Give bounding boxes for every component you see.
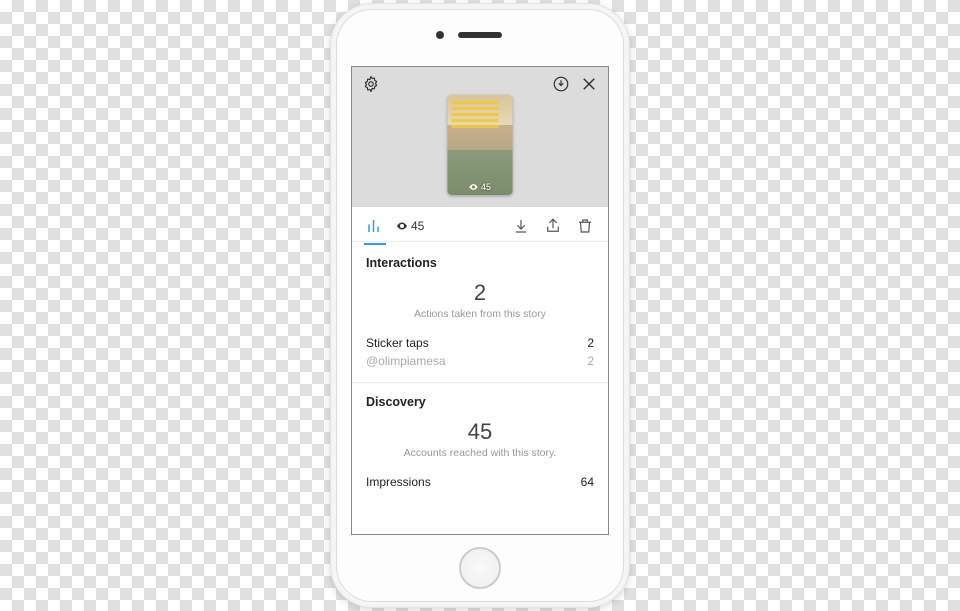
list-item: @olimpiamesa 2	[366, 352, 594, 370]
viewers-tab[interactable]: 45	[396, 219, 424, 233]
discovery-count: 45	[366, 419, 594, 445]
close-icon[interactable]	[580, 75, 598, 93]
discovery-section: Discovery 45 Accounts reached with this …	[366, 395, 594, 491]
divider	[352, 382, 608, 383]
list-item: Impressions 64	[366, 473, 594, 491]
section-title: Discovery	[366, 395, 594, 409]
list-item: Sticker taps 2	[366, 334, 594, 352]
app-screen: 45 45	[351, 66, 609, 535]
section-title: Interactions	[366, 256, 594, 270]
save-icon[interactable]	[552, 75, 570, 93]
home-button[interactable]	[459, 547, 501, 589]
phone-inner: 45 45	[336, 9, 624, 602]
thumbnail-pointer	[473, 207, 487, 214]
phone-speaker	[458, 32, 502, 38]
story-thumbnail[interactable]: 45	[448, 95, 513, 195]
interactions-count: 2	[366, 280, 594, 306]
row-value: 64	[581, 475, 594, 489]
row-label: @olimpiamesa	[366, 354, 446, 368]
eye-icon	[396, 220, 408, 232]
interactions-section: Interactions 2 Actions taken from this s…	[366, 256, 594, 370]
insights-content: Interactions 2 Actions taken from this s…	[352, 242, 608, 534]
row-label: Sticker taps	[366, 336, 429, 350]
phone-frame: 45 45	[330, 3, 630, 608]
eye-icon	[469, 182, 479, 192]
discovery-subtitle: Accounts reached with this story.	[366, 447, 594, 459]
row-value: 2	[587, 354, 594, 368]
insights-tab-icon[interactable]	[366, 217, 384, 235]
row-value: 2	[587, 336, 594, 350]
phone-camera	[436, 31, 444, 39]
download-icon[interactable]	[512, 217, 530, 235]
delete-icon[interactable]	[576, 217, 594, 235]
thumbnail-view-count: 45	[469, 182, 491, 192]
share-icon[interactable]	[544, 217, 562, 235]
settings-icon[interactable]	[362, 75, 380, 93]
interactions-subtitle: Actions taken from this story	[366, 308, 594, 320]
row-label: Impressions	[366, 475, 431, 489]
story-header: 45	[352, 67, 608, 207]
